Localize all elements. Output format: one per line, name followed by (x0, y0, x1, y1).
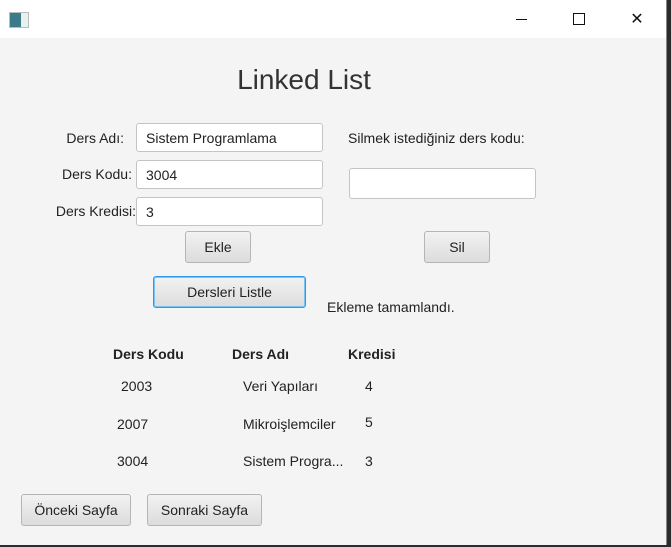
maximize-button[interactable] (550, 0, 608, 38)
minimize-icon (515, 18, 527, 20)
maximize-icon (573, 13, 585, 25)
row-2-ad: Mikroişlemciler (243, 416, 336, 432)
ders-kodu-label: Ders Kodu: (61, 166, 132, 182)
row-1-ad: Veri Yapıları (243, 378, 318, 394)
ders-adi-input[interactable] (136, 123, 323, 152)
sil-label: Silmek istediğiniz ders kodu: (348, 130, 525, 146)
row-3-ad: Sistem Progra... (243, 453, 344, 469)
app-window: ✕ Linked List Ders Adı: Ders Kodu: Ders … (0, 0, 667, 545)
ders-adi-label: Ders Adı: (66, 130, 124, 146)
sil-ders-kodu-input[interactable] (349, 168, 536, 199)
row-3-kredi: 3 (365, 453, 373, 469)
row-1-kredi: 4 (365, 378, 373, 394)
onceki-sayfa-button[interactable]: Önceki Sayfa (21, 494, 131, 526)
sil-button[interactable]: Sil (424, 231, 490, 263)
row-3-kod: 3004 (117, 453, 149, 469)
close-icon: ✕ (630, 11, 644, 28)
close-button[interactable]: ✕ (608, 0, 666, 38)
dersleri-listele-button[interactable]: Dersleri Listle (153, 276, 306, 308)
row-2-kredi: 5 (365, 414, 373, 430)
ekle-button[interactable]: Ekle (185, 231, 251, 263)
header-ders-kodu: Ders Kodu (113, 346, 184, 362)
header-kredisi: Kredisi (348, 346, 396, 362)
sonraki-sayfa-button[interactable]: Sonraki Sayfa (147, 494, 262, 526)
ders-kredisi-label: Ders Kredisi: (55, 203, 136, 219)
header-ders-adi: Ders Adı (232, 346, 290, 362)
ders-kredisi-input[interactable] (136, 197, 323, 226)
status-message: Ekleme tamamlandı. (327, 299, 455, 315)
ders-kodu-input[interactable] (136, 160, 323, 189)
row-1-kod: 2003 (121, 378, 153, 394)
app-icon (9, 12, 29, 28)
row-2-kod: 2007 (117, 416, 149, 432)
minimize-button[interactable] (492, 0, 550, 38)
title-bar: ✕ (0, 0, 666, 38)
page-title: Linked List (237, 64, 371, 95)
